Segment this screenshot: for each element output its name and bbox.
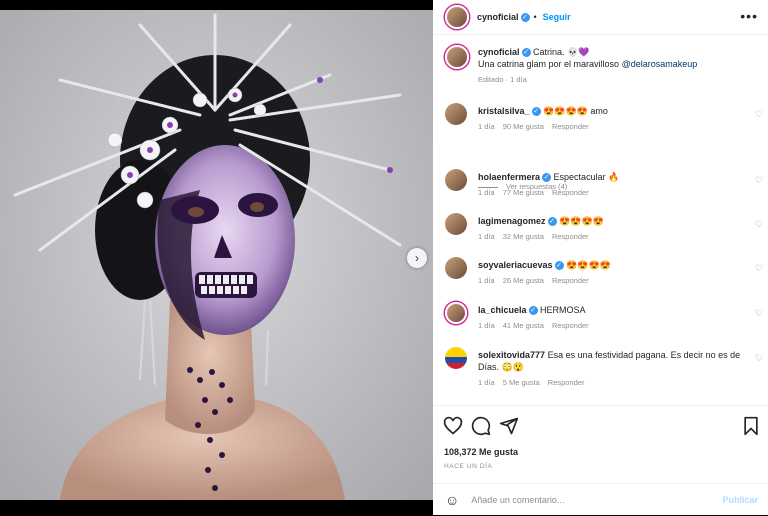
heart-icon[interactable]: ♡ [755,175,763,186]
comment-text: HERMOSA [540,305,586,315]
comment-time[interactable]: 1 día [478,122,495,131]
more-options-icon[interactable]: ••• [740,8,758,24]
mention-link[interactable]: @delarosamakeup [622,59,698,69]
verified-icon: ✓ [547,217,557,227]
publish-button[interactable]: Publicar [722,495,758,505]
verified-icon: ✓ [521,48,531,58]
heart-icon[interactable]: ♡ [755,308,763,319]
post-time: HACE UN DÍA [444,463,493,470]
verified-icon: ✓ [542,173,552,183]
comment-icon[interactable] [471,416,491,436]
add-comment-bar: ☺ Publicar [433,483,768,516]
reply-button[interactable]: Responder [548,378,585,387]
post-detail-panel: cynoficial ✓ • Seguir ••• cynoficial ✓ Ca… [433,0,768,515]
verified-icon: ✓ [531,107,541,117]
catrina-photo [0,0,433,515]
comment-time[interactable]: 1 día [478,321,495,330]
verified-icon: ✓ [528,306,538,316]
verified-icon: ✓ [520,12,530,22]
heart-icon[interactable]: ♡ [755,353,763,364]
avatar[interactable] [445,347,467,369]
reply-button[interactable]: Responder [552,188,589,197]
comment-likes[interactable]: 5 Me gusta [503,378,540,387]
reply-button[interactable]: Responder [552,232,589,241]
reply-button[interactable]: Responder [552,321,589,330]
avatar[interactable] [445,5,469,29]
comment-username[interactable]: solexitovida777 [478,350,545,360]
caption-username[interactable]: cynoficial [478,47,520,57]
bookmark-icon[interactable] [741,416,761,436]
avatar[interactable] [445,103,467,125]
post-header: cynoficial ✓ • Seguir ••• [433,0,768,35]
edited-label: Editado [478,75,504,84]
comment-username[interactable]: la_chicuela [478,305,527,315]
comment-text: 😍😍😍😍 amo [543,106,608,116]
comments-list[interactable]: cynoficial ✓ Catrina. 💀💜 Una catrina glam… [433,35,768,405]
share-icon[interactable] [499,416,519,436]
verified-icon: ✓ [554,261,564,271]
heart-icon[interactable]: ♡ [755,263,763,274]
comment-time[interactable]: 1 día [478,378,495,387]
reply-button[interactable]: Responder [552,276,589,285]
comment-username[interactable]: lagimenagomez [478,216,546,226]
avatar[interactable] [445,257,467,279]
caption-time[interactable]: 1 día [510,75,527,84]
header-username[interactable]: cynoficial [477,12,519,22]
comment-username[interactable]: soyvaleriacuevas [478,260,553,270]
avatar[interactable] [445,302,467,324]
avatar[interactable] [445,213,467,235]
emoji-icon[interactable]: ☺ [445,492,459,508]
comment-username[interactable]: holaenfermera [478,172,540,182]
likes-count[interactable]: 108,372 Me gusta [444,447,518,457]
comment-text: Espectacular 🔥 [553,172,620,182]
caption-text: Catrina. 💀💜 [533,47,590,57]
comment-username[interactable]: kristalsilva_ [478,106,530,116]
comment-likes[interactable]: 90 Me gusta [503,122,544,131]
heart-icon[interactable]: ♡ [755,109,763,120]
comment-likes[interactable]: 41 Me gusta [503,321,544,330]
avatar[interactable] [445,45,469,69]
comment-time[interactable]: 1 día [478,276,495,285]
comment-text: 😍😍😍😍 [566,260,611,270]
comment-time[interactable]: 1 día [478,188,495,197]
comment-likes[interactable]: 32 Me gusta [503,232,544,241]
reply-button[interactable]: Responder [552,122,589,131]
comment-time[interactable]: 1 día [478,232,495,241]
heart-icon[interactable]: ♡ [755,219,763,230]
heart-icon[interactable] [443,416,463,436]
post-image[interactable]: › [0,0,433,515]
avatar[interactable] [445,169,467,191]
comment-input[interactable] [469,494,714,506]
comment-likes[interactable]: 26 Me gusta [503,276,544,285]
chevron-right-icon[interactable]: › [407,248,427,268]
caption-line: Una catrina glam por el maravilloso [478,59,620,69]
follow-button[interactable]: Seguir [543,12,571,22]
separator-dot: • [533,12,537,22]
comment-likes[interactable]: 77 Me gusta [503,188,544,197]
post-actions: 108,372 Me gusta HACE UN DÍA [433,405,768,484]
comment-text: 😍😍😍😍 [559,216,604,226]
